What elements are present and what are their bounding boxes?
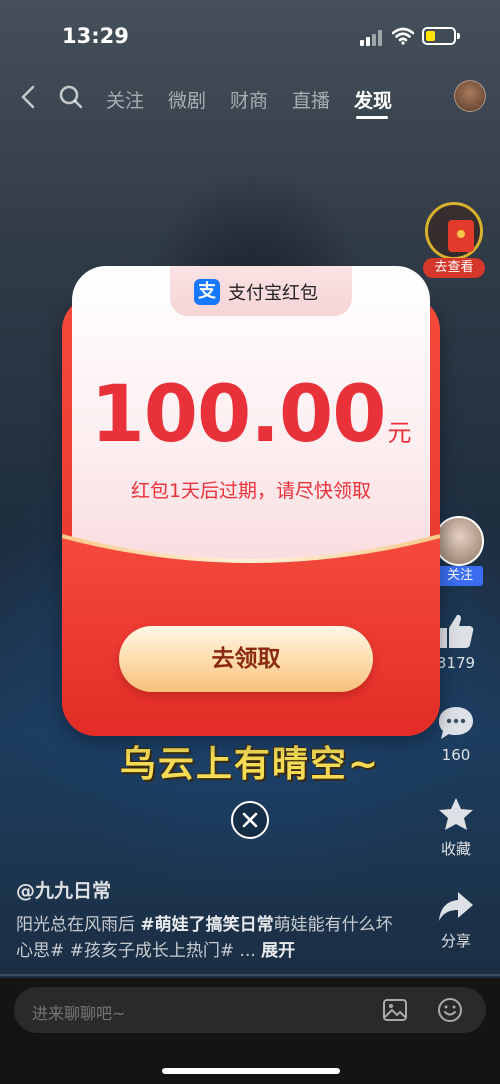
search-icon[interactable]: [58, 84, 84, 110]
red-packet-modal: 支 支付宝红包 100.00元 红包1天后过期，请尽快领取 去领取: [62, 266, 440, 736]
star-icon: [439, 798, 473, 830]
active-tab-indicator: [356, 116, 388, 119]
brand-tab: 支 支付宝红包: [170, 266, 352, 316]
emoji-icon[interactable]: [436, 996, 464, 1024]
tab-follow[interactable]: 关注: [106, 86, 144, 113]
close-icon: [242, 812, 258, 828]
video-progress-bar[interactable]: [0, 974, 500, 976]
video-subtitle: 乌云上有晴空~: [119, 744, 381, 785]
thumbs-up-icon: [440, 614, 474, 648]
tab-live[interactable]: 直播: [292, 86, 330, 113]
user-avatar[interactable]: [454, 80, 486, 112]
image-icon[interactable]: [382, 998, 408, 1022]
close-modal-button[interactable]: [231, 801, 269, 839]
tab-micro-drama[interactable]: 微剧: [168, 86, 206, 113]
expand-link[interactable]: 展开: [261, 941, 295, 961]
comment-bar: 进来聊聊吧~: [0, 978, 500, 1084]
author-name[interactable]: @九九日常: [16, 876, 111, 903]
status-bar: 13:29: [0, 0, 500, 70]
top-nav: 关注 微剧 财商 直播 发现: [0, 78, 500, 119]
back-icon[interactable]: [18, 84, 40, 110]
favorite-label: 收藏: [440, 840, 471, 858]
tab-finance[interactable]: 财商: [230, 86, 268, 113]
brand-label: 支付宝红包: [228, 283, 318, 304]
wifi-icon: [392, 27, 414, 45]
description-hashtag[interactable]: #萌娃了搞笑日常: [140, 915, 273, 935]
home-indicator: [162, 1068, 340, 1074]
video-description[interactable]: 阳光总在风雨后 #萌娃了搞笑日常萌娃能有什么坏心思# #孩亥子成长上热门# ..…: [16, 912, 396, 964]
amount-unit: 元: [387, 419, 412, 447]
status-time: 13:29: [62, 24, 129, 48]
share-button[interactable]: 分享: [432, 888, 480, 951]
comment-input[interactable]: 进来聊聊吧~: [14, 987, 486, 1033]
amount-value: 100.00: [90, 370, 387, 460]
tab-discover[interactable]: 发现: [354, 86, 392, 113]
red-packet-icon: [425, 202, 483, 260]
alipay-logo-icon: 支: [194, 279, 220, 305]
claim-button[interactable]: 去领取: [119, 626, 373, 692]
amount-display: 100.00元: [62, 370, 440, 460]
description-text: 阳光总在风雨后: [16, 915, 141, 935]
follow-button[interactable]: 关注: [437, 566, 483, 586]
share-label: 分享: [440, 932, 471, 950]
share-arrow-icon: [439, 892, 473, 921]
battery-icon: [422, 27, 460, 45]
signal-icon: [360, 30, 384, 46]
creator-avatar[interactable]: [434, 516, 484, 566]
expiry-notice: 红包1天后过期，请尽快领取: [130, 480, 372, 502]
comment-placeholder: 进来聊聊吧~: [32, 1004, 126, 1023]
favorite-button[interactable]: 收藏: [432, 796, 480, 859]
